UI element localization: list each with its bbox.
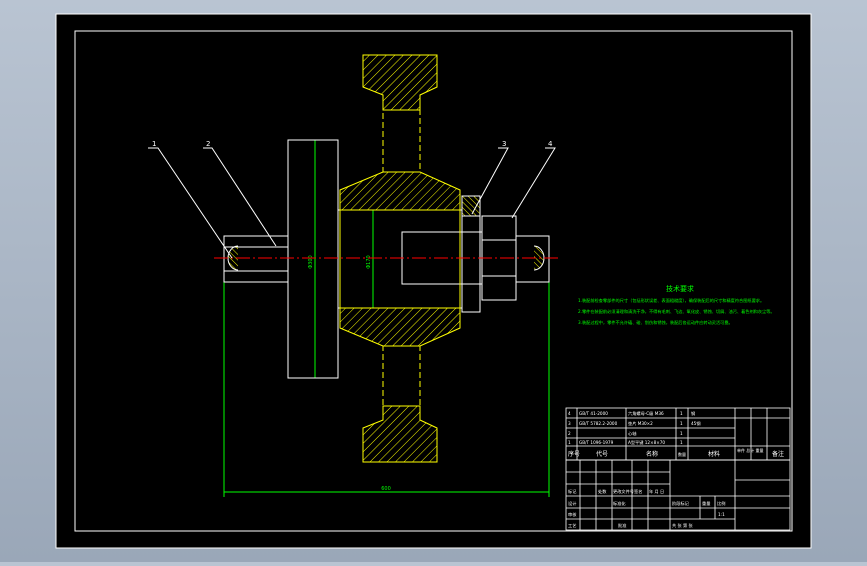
tech-req-title: 技术要求: [666, 284, 694, 293]
sheet-border: [55, 13, 812, 549]
tech-req-line-1: 1.装配前检查零部件的尺寸（包括形状误差、表面粗糙度），确保装配后的尺寸和精度符…: [578, 297, 764, 304]
tb-zones: 处数: [598, 488, 607, 495]
tb-scale-value: 1:1: [718, 512, 725, 517]
bom-row4-code: GB/T 41-2000: [579, 411, 608, 416]
tb-date: 年 月 日: [649, 488, 664, 495]
dim-flange-label: Φ300: [308, 255, 314, 268]
bom-row1-code: GB/T 1096-1979: [579, 440, 614, 445]
tb-approve: 批准: [618, 522, 626, 529]
tb-mark: 标记: [568, 488, 577, 495]
bom-row1-no: 1: [568, 440, 571, 445]
bom-row3-name: 垫片 M30×2: [628, 420, 653, 427]
balloon-1: 1: [152, 140, 156, 148]
dim-bore-label: Φ170: [366, 255, 372, 268]
bom-header-code: 代号: [596, 450, 608, 458]
drawing-canvas: 600 Φ300 Φ170 1 2 3 4 技术要求 1.装配前检查零部件的尺寸…: [55, 13, 812, 549]
tech-req-line-2: 2.零件在装配前必须清理和清洗干净，不得有毛刺、飞边、氧化皮、锈蚀、切屑、油污、…: [578, 308, 775, 315]
tb-stage: 阶段标记: [672, 500, 690, 507]
bom-row3-no: 3: [568, 421, 571, 426]
washer-top: [461, 195, 481, 217]
tb-weight: 重量: [702, 500, 710, 507]
bom-header-no: 序号: [568, 450, 580, 458]
bom-row3-qty: 1: [680, 421, 683, 426]
bom-row2-qty: 1: [680, 431, 683, 436]
bom-row2-no: 2: [568, 431, 571, 436]
bom-row4-name: 六角螺母-C级 M36: [628, 410, 664, 417]
balloon-3: 3: [502, 140, 506, 148]
bom-row2-name: 心轴: [628, 430, 636, 437]
tb-standard: 标准化: [613, 500, 626, 507]
bom-row1-qty: 1: [680, 440, 683, 445]
bom-row4-no: 4: [568, 411, 571, 416]
tb-designer: 设计: [568, 500, 576, 507]
bom-header-name: 名称: [646, 450, 658, 458]
bom-header-material: 材料: [708, 450, 720, 458]
bom-row3-code: GB/T 5782.2-2000: [579, 421, 618, 426]
tb-checker: 审核: [568, 511, 577, 518]
tb-sheets: 共 张 第 张: [672, 522, 694, 529]
bom-row4-material: 钢: [691, 410, 695, 417]
bom-row3-material: 45钢: [691, 420, 701, 427]
tb-sign: 签名: [634, 488, 642, 495]
cad-viewport[interactable]: 600 Φ300 Φ170 1 2 3 4 技术要求 1.装配前检查零部件的尺寸…: [0, 0, 867, 562]
bom-row1-name: A型平键 12×8×70: [628, 439, 665, 446]
tb-doc-no: 更改文件号: [613, 488, 634, 495]
bom-row4-qty: 1: [680, 411, 683, 416]
tb-scale: 比例: [717, 500, 725, 507]
tech-req-line-3: 3.装配过程中，零件不允许磕、碰、划伤和锈蚀，装配后各运动件应转动灵活可靠。: [578, 319, 733, 326]
bom-header-qty: 数量: [678, 451, 686, 457]
bom-header-remark: 备注: [772, 450, 784, 458]
tb-process: 工艺: [568, 523, 576, 528]
balloon-2: 2: [206, 140, 210, 148]
bom-header-weight: 单件 总计 重量: [737, 447, 764, 453]
dim-length-label: 600: [381, 486, 391, 492]
balloon-4: 4: [548, 140, 553, 148]
